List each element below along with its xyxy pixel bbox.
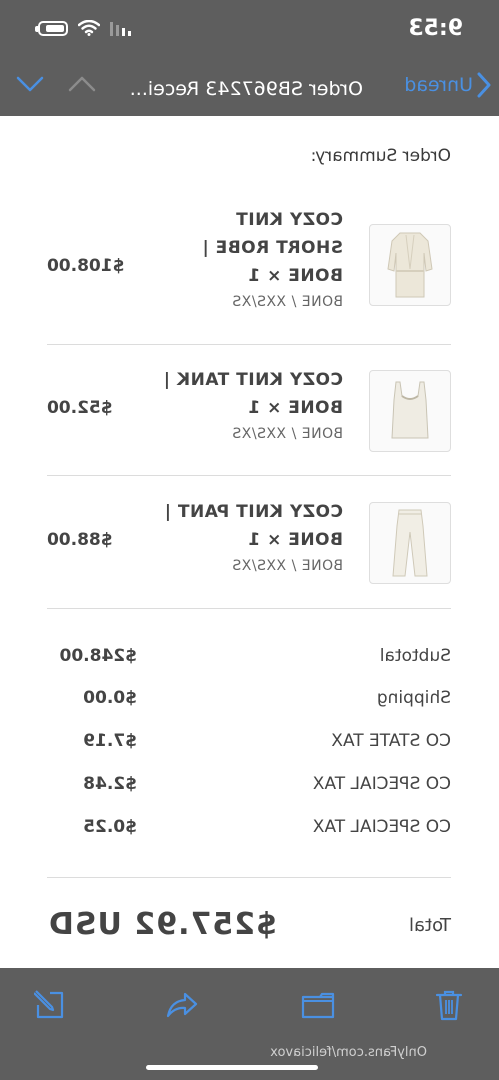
product-image-robe xyxy=(369,224,451,306)
divider xyxy=(47,608,451,609)
home-indicator xyxy=(146,1065,318,1070)
folder-icon xyxy=(301,992,335,1019)
item-name-line: COZY KNIT PANT | xyxy=(164,502,343,522)
special-tax-row: CO SPECIAL TAX $0.25 xyxy=(47,817,451,843)
back-button[interactable]: Unread xyxy=(404,72,491,98)
summary-label: Shipping xyxy=(376,688,451,708)
order-summary-title: Order Summary: xyxy=(310,146,451,166)
item-name-line: BONE × 1 xyxy=(247,530,343,550)
divider xyxy=(47,475,451,476)
watermark: OnlyFans.com/feliciavox xyxy=(270,1045,427,1060)
message-navigation xyxy=(16,76,96,92)
item-price: $52.00 xyxy=(47,398,113,418)
subtotal-row: Subtotal $248.00 xyxy=(47,646,451,672)
order-item: COZY KNIT TANK | BONE × 1 BONE / XXS/XS … xyxy=(47,366,451,466)
chevron-left-icon xyxy=(477,72,491,98)
order-item: COZY KNIT SHORT ROBE | BONE × 1 BONE / X… xyxy=(47,206,451,326)
item-name-line: SHORT ROBE | xyxy=(201,238,343,258)
item-price: $108.00 xyxy=(47,256,125,276)
bottom-toolbar: OnlyFans.com/feliciavox xyxy=(0,968,499,1080)
compose-icon xyxy=(34,990,64,1019)
summary-label: CO STATE TAX xyxy=(331,731,451,751)
summary-value: $7.19 xyxy=(83,731,137,751)
total-value: $257.92 USD xyxy=(48,907,277,942)
summary-value: $2.48 xyxy=(83,774,137,794)
item-name-line: BONE × 1 xyxy=(247,398,343,418)
status-bar: 9:53 xyxy=(0,0,499,62)
move-to-folder-button[interactable] xyxy=(301,988,335,1022)
item-price: $88.00 xyxy=(47,530,113,550)
item-name-line: COZY KNIT xyxy=(235,210,343,230)
reply-icon xyxy=(166,992,198,1018)
product-image-pant xyxy=(369,502,451,584)
clock: 9:53 xyxy=(408,16,463,41)
item-variant: BONE / XXS/XS xyxy=(231,294,343,310)
item-variant: BONE / XXS/XS xyxy=(231,426,343,442)
mail-app-screen: 9:53 Unread Order SB967243 Recei... Orde… xyxy=(0,0,499,1080)
order-item: COZY KNIT PANT | BONE × 1 BONE / XXS/XS … xyxy=(47,498,451,598)
summary-value: $248.00 xyxy=(59,646,137,666)
summary-label: CO SPECIAL TAX xyxy=(312,774,451,794)
trash-button[interactable] xyxy=(432,988,466,1022)
divider xyxy=(47,877,451,878)
status-icons xyxy=(38,20,131,36)
next-message-chevron-down-icon[interactable] xyxy=(16,76,44,92)
item-name-line: BONE × 1 xyxy=(247,266,343,286)
cellular-signal-icon xyxy=(110,20,131,36)
battery-icon xyxy=(38,20,68,36)
item-details: COZY KNIT TANK | BONE × 1 BONE / XXS/XS xyxy=(163,366,343,442)
email-body: Order Summary: COZY KNIT SHORT ROBE | BO… xyxy=(0,116,499,968)
shipping-row: Shipping $0.00 xyxy=(47,688,451,714)
state-tax-row: CO STATE TAX $7.19 xyxy=(47,731,451,757)
divider xyxy=(47,344,451,345)
summary-label: CO SPECIAL TAX xyxy=(312,817,451,837)
item-details: COZY KNIT PANT | BONE × 1 BONE / XXS/XS xyxy=(163,498,343,574)
previous-message-chevron-up-icon[interactable] xyxy=(68,76,96,92)
item-variant: BONE / XXS/XS xyxy=(231,558,343,574)
navigation-bar: Unread Order SB967243 Recei... xyxy=(0,62,499,116)
summary-value: $0.25 xyxy=(83,817,137,837)
product-image-tank xyxy=(369,370,451,452)
reply-button[interactable] xyxy=(165,988,199,1022)
trash-icon xyxy=(435,990,463,1021)
compose-button[interactable] xyxy=(33,988,67,1022)
item-name-line: COZY KNIT TANK | xyxy=(163,370,343,390)
special-tax-row: CO SPECIAL TAX $2.48 xyxy=(47,774,451,800)
summary-value: $0.00 xyxy=(83,688,137,708)
wifi-icon xyxy=(78,20,100,36)
message-subject: Order SB967243 Recei... xyxy=(129,78,363,100)
item-details: COZY KNIT SHORT ROBE | BONE × 1 BONE / X… xyxy=(163,206,343,310)
back-label[interactable]: Unread xyxy=(404,74,473,96)
summary-label: Subtotal xyxy=(379,646,451,666)
total-label: Total xyxy=(408,915,451,936)
